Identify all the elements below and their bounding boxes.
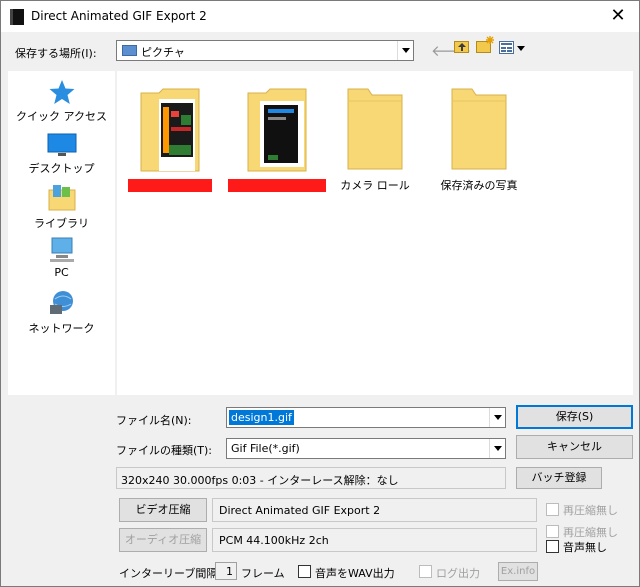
file-item-camera-roll[interactable]: カメラ ロール — [325, 87, 425, 193]
title-bar: Direct Animated GIF Export 2 ✕ — [1, 1, 639, 32]
file-item-folder-1[interactable] — [120, 87, 220, 192]
interleave-input[interactable]: 1 — [215, 562, 237, 580]
view-menu-icon[interactable] — [499, 41, 514, 54]
place-desktop[interactable]: デスクトップ — [8, 133, 115, 176]
no-audio-checkbox[interactable] — [546, 540, 559, 553]
filename-combo[interactable]: design1.gif — [226, 407, 506, 428]
batch-register-button[interactable]: バッチ登録 — [516, 467, 602, 489]
audio-codec-text: PCM 44.100kHz 2ch — [219, 534, 329, 547]
video-info-panel: 320x240 30.000fps 0:03 - インターレース解除：なし — [116, 467, 506, 489]
video-compress-button[interactable]: ビデオ圧縮 — [119, 498, 207, 522]
redacted-label — [128, 179, 212, 192]
network-icon — [49, 291, 73, 314]
video-codec-text: Direct Animated GIF Export 2 — [219, 504, 381, 517]
filetype-label: ファイルの種類(T): — [116, 444, 213, 457]
recompress-audio-label: 再圧縮無し — [563, 526, 618, 539]
video-info-text: 320x240 30.000fps 0:03 - インターレース解除：なし — [121, 474, 399, 487]
file-item-folder-2[interactable] — [227, 87, 327, 192]
place-network[interactable]: ネットワーク — [8, 289, 115, 336]
pictures-icon — [122, 45, 137, 56]
filename-label: ファイル名(N): — [116, 414, 192, 427]
view-dropdown-icon[interactable] — [517, 46, 525, 51]
place-label: PC — [54, 266, 69, 279]
video-codec-panel: Direct Animated GIF Export 2 — [212, 498, 537, 522]
cancel-button[interactable]: キャンセル — [516, 435, 633, 459]
location-combo[interactable]: ピクチャ — [116, 40, 414, 61]
folder-icon — [347, 88, 403, 170]
redacted-label — [228, 179, 326, 192]
location-value: ピクチャ — [141, 46, 185, 59]
library-icon — [48, 185, 75, 211]
place-quick-access[interactable]: クイック アクセス — [8, 79, 115, 124]
log-output-checkbox[interactable] — [419, 565, 432, 578]
recompress-video-checkbox[interactable] — [546, 503, 559, 516]
audio-wav-label: 音声をWAV出力 — [315, 567, 395, 580]
file-label: 保存済みの写真 — [440, 179, 518, 192]
close-button[interactable]: ✕ — [607, 5, 629, 27]
audio-compress-button[interactable]: オーディオ圧縮 — [119, 528, 207, 552]
log-output-label: ログ出力 — [436, 567, 480, 580]
location-label: 保存する場所(I): — [15, 47, 97, 60]
audio-wav-checkbox[interactable] — [298, 565, 311, 578]
filename-input[interactable]: design1.gif — [229, 410, 294, 425]
chevron-down-icon[interactable] — [397, 41, 413, 60]
recompress-video-label: 再圧縮無し — [563, 504, 618, 517]
save-dialog: Direct Animated GIF Export 2 ✕ 保存する場所(I)… — [0, 0, 640, 587]
up-folder-icon[interactable] — [454, 41, 469, 53]
place-label: クイック アクセス — [16, 110, 107, 123]
save-button[interactable]: 保存(S) — [516, 405, 633, 429]
folder-icon — [451, 88, 507, 170]
interleave-unit: フレーム — [241, 567, 285, 580]
place-library[interactable]: ライブラリ — [8, 184, 115, 231]
places-sidebar: クイック アクセス デスクトップ ライブラリ PC ネットワーク — [8, 71, 115, 395]
filetype-value: Gif File(*.gif) — [231, 442, 300, 455]
star-icon — [49, 80, 74, 104]
audio-codec-panel: PCM 44.100kHz 2ch — [212, 528, 537, 552]
new-folder-icon[interactable] — [476, 36, 494, 53]
folder-thumbnail-icon — [247, 88, 307, 172]
file-label: カメラ ロール — [340, 179, 410, 192]
filetype-combo[interactable]: Gif File(*.gif) — [226, 438, 506, 459]
file-item-saved-pictures[interactable]: 保存済みの写真 — [429, 87, 529, 193]
window-title: Direct Animated GIF Export 2 — [31, 9, 207, 23]
no-audio-label: 音声無し — [563, 541, 607, 554]
chevron-down-icon[interactable] — [489, 439, 505, 458]
recompress-audio-checkbox[interactable] — [546, 525, 559, 538]
place-label: デスクトップ — [28, 162, 95, 175]
file-list[interactable]: カメラ ロール 保存済みの写真 — [117, 71, 633, 395]
place-label: ネットワーク — [28, 322, 95, 335]
place-pc[interactable]: PC — [8, 237, 115, 279]
folder-thumbnail-icon — [140, 88, 200, 172]
pc-icon — [49, 237, 74, 262]
place-label: ライブラリ — [34, 217, 89, 230]
exinfo-button[interactable]: Ex.info — [498, 562, 538, 581]
app-icon — [10, 9, 24, 25]
interleave-label: インターリーブ間隔： — [119, 567, 229, 580]
chevron-down-icon[interactable] — [489, 408, 505, 427]
desktop-icon — [47, 133, 76, 156]
